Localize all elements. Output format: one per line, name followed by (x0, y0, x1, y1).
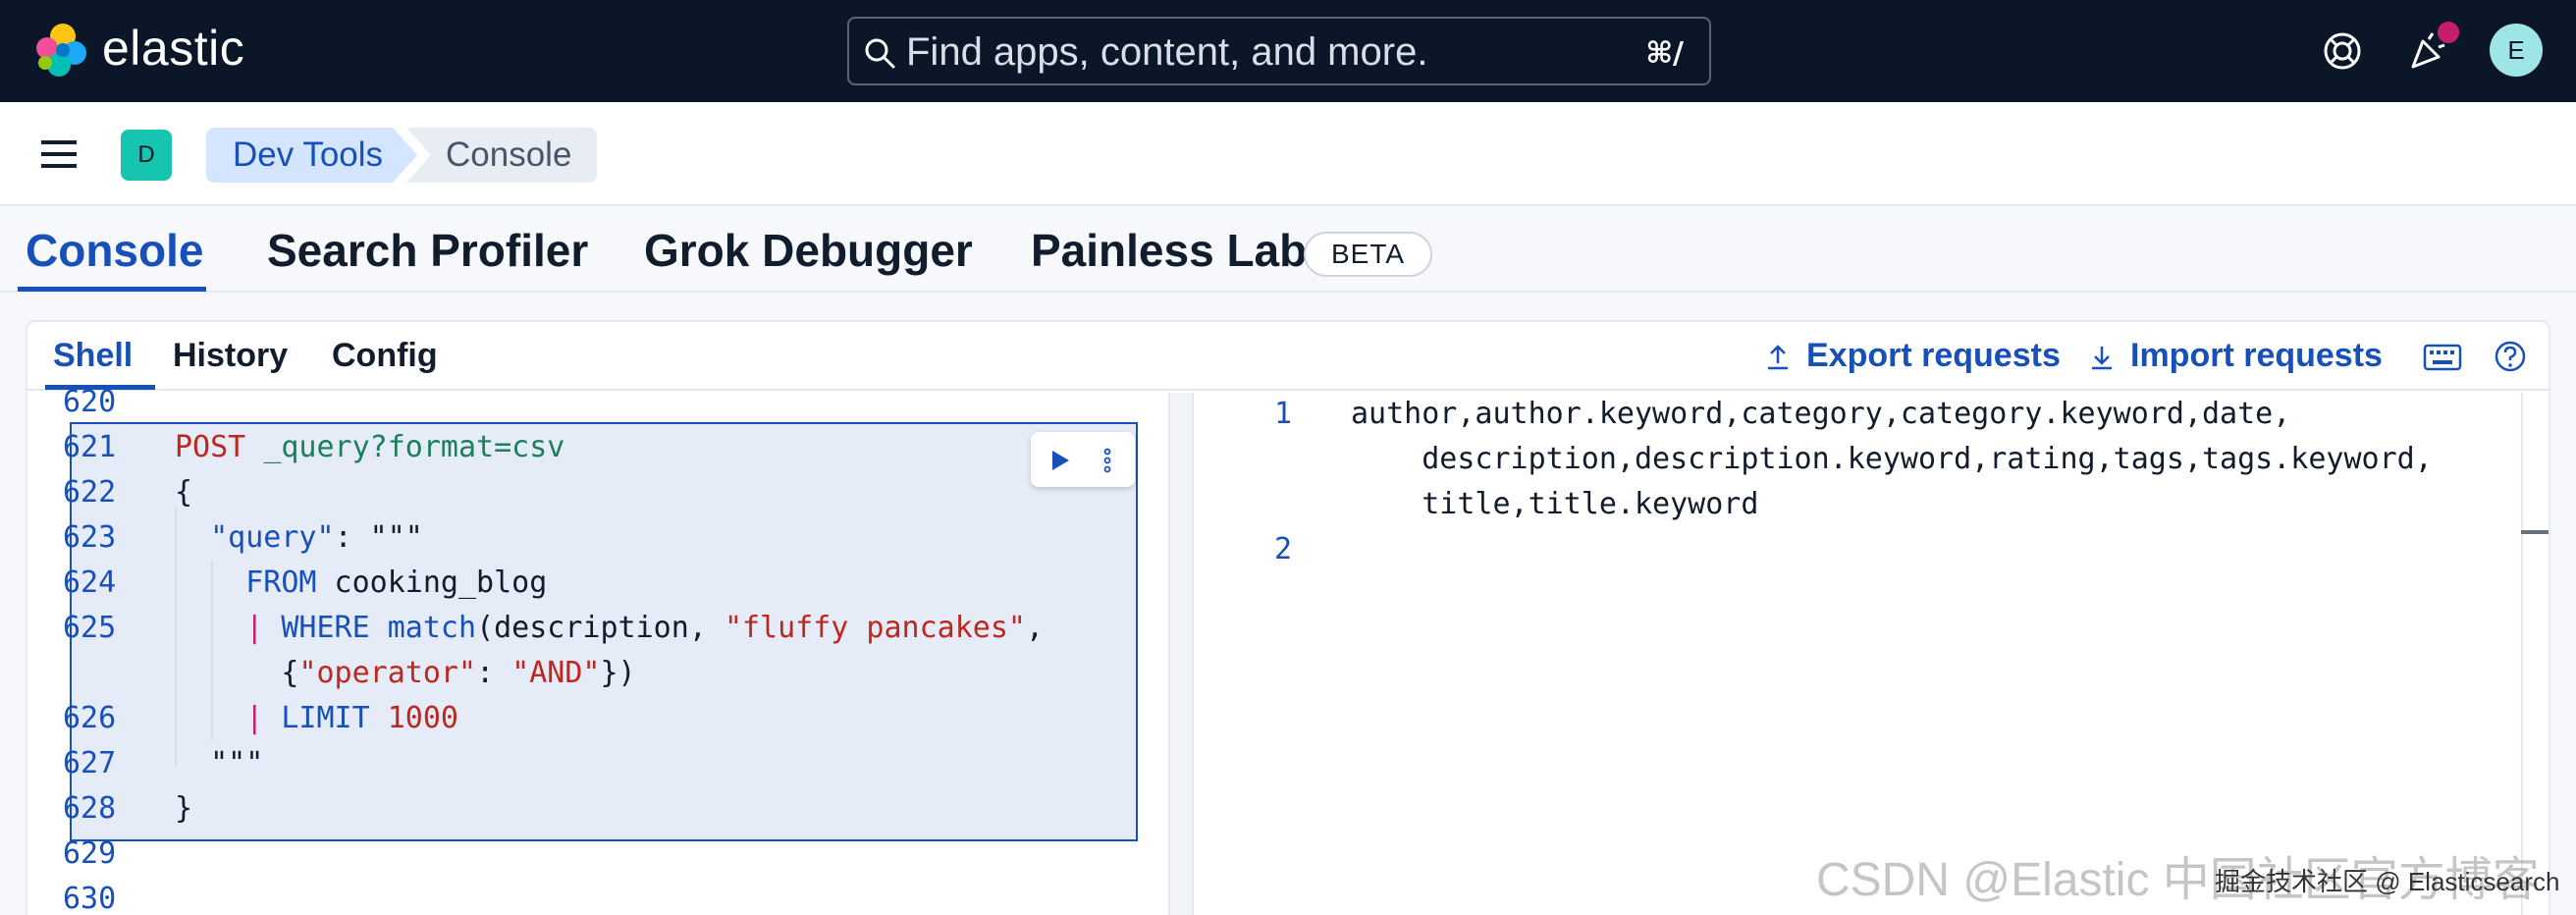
import-icon (2092, 347, 2112, 370)
export-requests-button[interactable]: Export requests (1806, 337, 2061, 375)
line-number: 621 (63, 430, 117, 464)
code-line: { (175, 475, 193, 510)
play-icon[interactable] (1048, 448, 1072, 473)
tab-search-profiler[interactable]: Search Profiler (267, 224, 588, 277)
notification-dot (2438, 22, 2459, 43)
subtab-history[interactable]: History (173, 337, 288, 375)
import-requests-button[interactable]: Import requests (2130, 337, 2383, 375)
code-line: POST _query?format=csv (175, 430, 565, 464)
code-line: FROM cooking_blog (245, 565, 548, 600)
request-editor[interactable]: 620 621 622 623 624 625 626 627 628 629 … (27, 385, 1143, 915)
pane-resizer[interactable] (1168, 393, 1194, 915)
console-subtabs: Shell History Config Export requests Imp… (27, 322, 2549, 391)
line-number: 629 (63, 836, 117, 871)
space-avatar[interactable]: D (121, 130, 172, 181)
line-number: 630 (63, 882, 117, 915)
line-number: 627 (63, 746, 117, 780)
top-header: elastic Find apps, content, and more. ⌘/… (0, 0, 2576, 102)
watermark-overlay: 掘金技术社区 @ Elasticsearch (2215, 867, 2560, 896)
output-scrollbar[interactable] (2521, 393, 2523, 915)
keyboard-shortcuts-icon[interactable] (2423, 342, 2462, 373)
brand-name: elastic (102, 21, 245, 76)
code-line: } (175, 791, 193, 826)
elastic-logo-icon[interactable] (33, 22, 88, 79)
help-question-icon[interactable] (2494, 340, 2527, 373)
tab-grok-debugger[interactable]: Grok Debugger (644, 224, 973, 277)
line-number: 626 (63, 701, 117, 735)
beta-badge: BETA (1304, 232, 1433, 277)
help-lifebuoy-icon[interactable] (2317, 26, 2368, 77)
console-panel: Shell History Config Export requests Imp… (26, 320, 2550, 915)
active-tab-indicator (18, 287, 206, 292)
code-line: """ (175, 746, 264, 780)
line-number: 624 (63, 565, 117, 600)
global-search-input[interactable]: Find apps, content, and more. ⌘/ (847, 17, 1711, 85)
search-icon (865, 38, 895, 69)
line-number: 625 (63, 611, 117, 645)
user-avatar[interactable]: E (2490, 24, 2543, 77)
response-output: 1 2 author,author.keyword,category,categ… (1206, 393, 2549, 915)
line-number: 2 (1274, 532, 1293, 566)
request-actions (1031, 432, 1135, 487)
line-number: 622 (63, 475, 117, 510)
response-line: description,description.keyword,rating,t… (1351, 442, 2433, 476)
export-icon (1768, 345, 1788, 370)
dev-tools-tabs: Console Search Profiler Grok Debugger Pa… (0, 208, 2576, 293)
search-placeholder: Find apps, content, and more. (906, 30, 1428, 74)
hamburger-menu-icon[interactable] (39, 137, 79, 171)
subtab-shell[interactable]: Shell (53, 337, 133, 375)
search-shortcut: ⌘/ (1645, 36, 1684, 71)
line-number: 620 (63, 385, 117, 419)
tab-painless-lab[interactable]: Painless Lab (1031, 224, 1307, 277)
breadcrumb-console: Console (406, 128, 597, 183)
output-scroll-marker (2521, 530, 2549, 534)
line-number: 628 (63, 791, 117, 826)
code-line: | LIMIT 1000 (245, 701, 458, 735)
code-line: {"operator": "AND"}) (175, 656, 636, 690)
response-line: author,author.keyword,category,category.… (1351, 397, 2291, 431)
line-number: 623 (63, 520, 117, 555)
breadcrumb-dev-tools[interactable]: Dev Tools (206, 128, 417, 183)
code-line: "query": """ (210, 520, 423, 555)
response-line: title,title.keyword (1351, 487, 1759, 521)
subtab-config[interactable]: Config (332, 337, 438, 375)
tab-console[interactable]: Console (26, 224, 203, 277)
code-line: | WHERE match(description, "fluffy panca… (245, 611, 1045, 645)
line-number: 1 (1274, 397, 1293, 431)
breadcrumb-bar: D Dev Tools Console (0, 102, 2576, 206)
more-options-icon[interactable] (1100, 446, 1115, 475)
